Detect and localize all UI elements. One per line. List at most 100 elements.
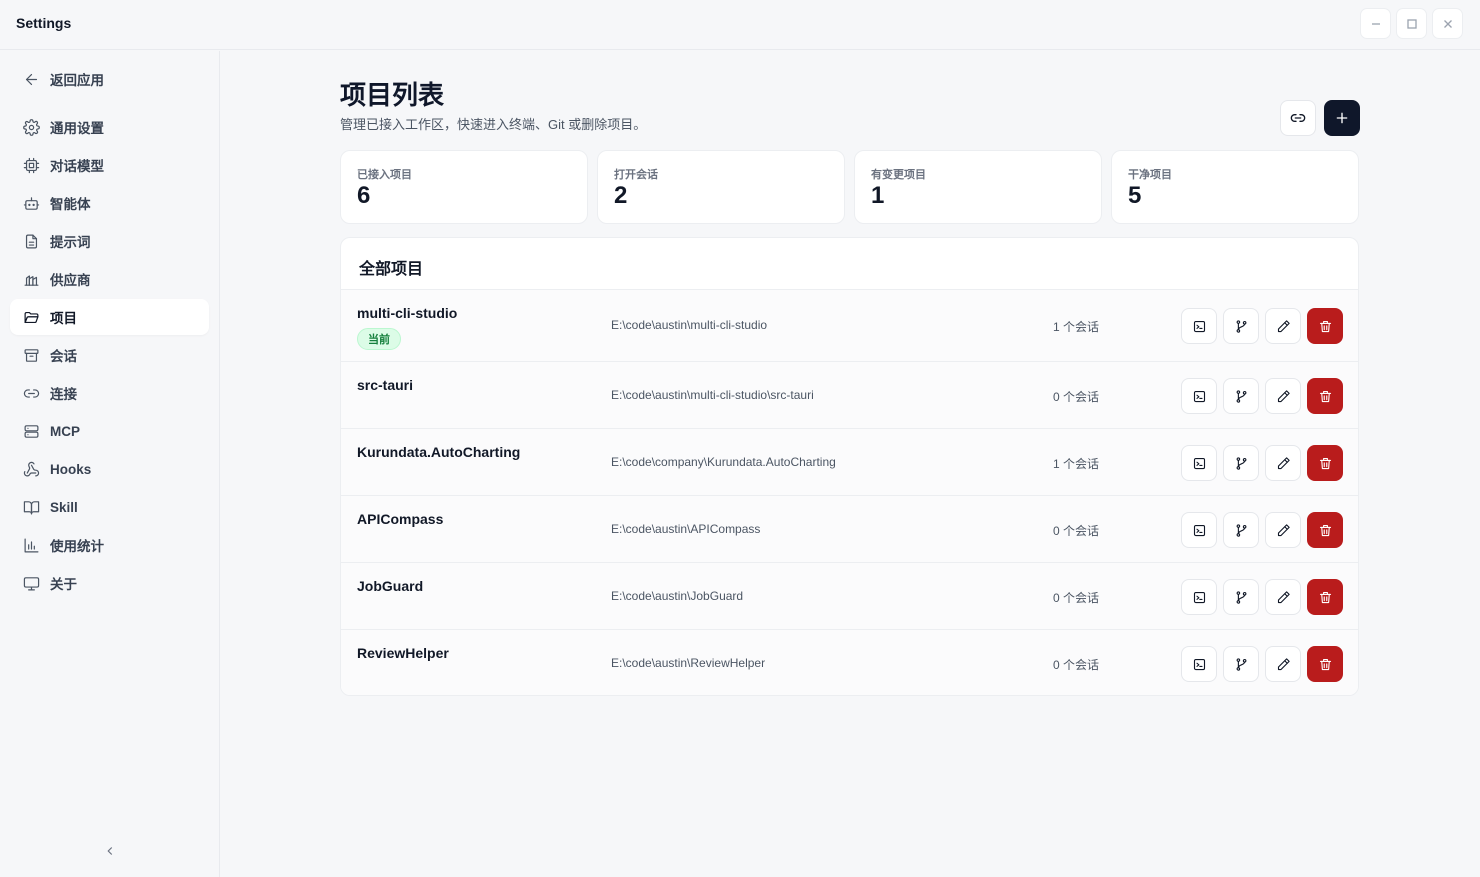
project-name: src-tauri (357, 377, 414, 393)
pencil-icon (1277, 456, 1290, 469)
stat-label: 干净项目 (1128, 169, 1172, 181)
git-branch-icon (1236, 319, 1246, 333)
terminal-icon (1193, 658, 1205, 670)
sidebar-item-label: 供应商 (50, 273, 91, 288)
terminal-icon (1193, 591, 1205, 603)
panel-header: 全部项目 (341, 238, 1358, 290)
project-row[interactable]: JobGuard E:\code\austin\JobGuard 0 个会话 (341, 563, 1358, 630)
sidebar-item-label: Skill (50, 499, 78, 515)
sidebar-item-label: 连接 (50, 387, 77, 402)
pencil-icon (1277, 523, 1290, 536)
sidebar: 返回应用 通用设置 对话模型 智能体 提示词 供应商 项目 会话 连接 MCP … (0, 51, 220, 877)
project-name: APICompass (357, 511, 444, 527)
trash-icon (1319, 591, 1331, 603)
delete-project-button[interactable] (1307, 308, 1343, 344)
project-row[interactable]: ReviewHelper E:\code\austin\ReviewHelper 0… (341, 630, 1358, 695)
terminal-icon (1193, 390, 1205, 402)
open-terminal-button[interactable] (1181, 512, 1217, 548)
project-name: JobGuard (357, 578, 424, 594)
sidebar-item-about[interactable]: 关于 (10, 565, 209, 601)
delete-project-button[interactable] (1307, 646, 1343, 682)
title-bar: Settings (0, 0, 1480, 50)
project-path: E:\code\austin\ReviewHelper (611, 656, 766, 670)
arrow-left-icon (22, 70, 40, 88)
project-row[interactable]: src-tauri E:\code\austin\multi-cli-studio… (341, 362, 1358, 429)
stat-value: 2 (614, 182, 628, 209)
project-name: Kurundata.AutoCharting (357, 444, 521, 460)
maximize-button[interactable] (1396, 8, 1427, 39)
sidebar-item-mcp[interactable]: MCP (10, 413, 209, 449)
git-branch-icon (1236, 590, 1246, 604)
collapse-sidebar-button[interactable] (100, 841, 120, 861)
sidebar-item-skill[interactable]: Skill (10, 489, 209, 525)
open-terminal-button[interactable] (1181, 646, 1217, 682)
sidebar-item-label: 关于 (50, 577, 77, 592)
session-count: 0 个会话 (1053, 591, 1100, 605)
gear-icon (22, 118, 40, 136)
project-row[interactable]: APICompass E:\code\austin\APICompass 0 个会话 (341, 496, 1358, 563)
sidebar-item-models[interactable]: 对话模型 (10, 147, 209, 183)
close-button[interactable] (1432, 8, 1463, 39)
project-list: multi-cli-studio 当前 E:\code\austin\multi-c… (341, 290, 1358, 695)
stat-card-clean: 干净项目 5 (1111, 150, 1359, 224)
open-terminal-button[interactable] (1181, 579, 1217, 615)
page-subtitle: 管理已接入工作区，快速进入终端、Git 或删除项目。 (340, 117, 647, 132)
open-git-button[interactable] (1223, 378, 1259, 414)
main-content: 项目列表 管理已接入工作区，快速进入终端、Git 或删除项目。 已接入项目 6 … (221, 51, 1480, 877)
page-title: 项目列表 (340, 80, 445, 110)
project-row[interactable]: Kurundata.AutoCharting E:\code\company\Ku… (341, 429, 1358, 496)
open-git-button[interactable] (1223, 579, 1259, 615)
edit-project-button[interactable] (1265, 646, 1301, 682)
session-count: 0 个会话 (1053, 658, 1100, 672)
sidebar-item-sessions[interactable]: 会话 (10, 337, 209, 373)
webhook-icon (22, 460, 40, 478)
open-git-button[interactable] (1223, 445, 1259, 481)
project-path: E:\code\austin\APICompass (611, 522, 761, 536)
back-to-app-button[interactable]: 返回应用 (10, 61, 209, 97)
edit-project-button[interactable] (1265, 308, 1301, 344)
trash-icon (1319, 457, 1331, 469)
open-git-button[interactable] (1223, 308, 1259, 344)
open-terminal-button[interactable] (1181, 378, 1217, 414)
link-icon (22, 384, 40, 402)
project-row[interactable]: multi-cli-studio 当前 E:\code\austin\multi-c… (341, 290, 1358, 362)
current-badge: 当前 (357, 328, 401, 350)
back-label: 返回应用 (50, 73, 104, 88)
stat-card-open-sessions: 打开会话 2 (597, 150, 845, 224)
open-git-button[interactable] (1223, 646, 1259, 682)
sidebar-item-usage[interactable]: 使用统计 (10, 527, 209, 563)
link-project-button[interactable] (1280, 100, 1316, 136)
minimize-button[interactable] (1360, 8, 1391, 39)
stat-card-connected: 已接入项目 6 (340, 150, 588, 224)
edit-project-button[interactable] (1265, 579, 1301, 615)
sidebar-item-label: 提示词 (50, 235, 91, 250)
sidebar-item-hooks[interactable]: Hooks (10, 451, 209, 487)
open-terminal-button[interactable] (1181, 445, 1217, 481)
sidebar-item-prompts[interactable]: 提示词 (10, 223, 209, 259)
delete-project-button[interactable] (1307, 512, 1343, 548)
pencil-icon (1277, 657, 1290, 670)
trash-icon (1319, 320, 1331, 332)
plus-icon (1336, 112, 1348, 124)
sidebar-item-general[interactable]: 通用设置 (10, 109, 209, 145)
open-terminal-button[interactable] (1181, 308, 1217, 344)
delete-project-button[interactable] (1307, 378, 1343, 414)
bar-chart-icon (22, 270, 40, 288)
sidebar-item-label: 使用统计 (50, 539, 104, 554)
edit-project-button[interactable] (1265, 445, 1301, 481)
edit-project-button[interactable] (1265, 512, 1301, 548)
delete-project-button[interactable] (1307, 445, 1343, 481)
trash-icon (1319, 524, 1331, 536)
sidebar-item-connections[interactable]: 连接 (10, 375, 209, 411)
projects-panel: 全部项目 multi-cli-studio 当前 E:\code\austin\mu… (340, 237, 1359, 696)
pencil-icon (1277, 319, 1290, 332)
folder-icon (22, 308, 40, 326)
open-git-button[interactable] (1223, 512, 1259, 548)
add-project-button[interactable] (1324, 100, 1360, 136)
sidebar-item-providers[interactable]: 供应商 (10, 261, 209, 297)
sidebar-item-projects[interactable]: 项目 (10, 299, 209, 335)
archive-icon (22, 346, 40, 364)
delete-project-button[interactable] (1307, 579, 1343, 615)
sidebar-item-agents[interactable]: 智能体 (10, 185, 209, 221)
edit-project-button[interactable] (1265, 378, 1301, 414)
